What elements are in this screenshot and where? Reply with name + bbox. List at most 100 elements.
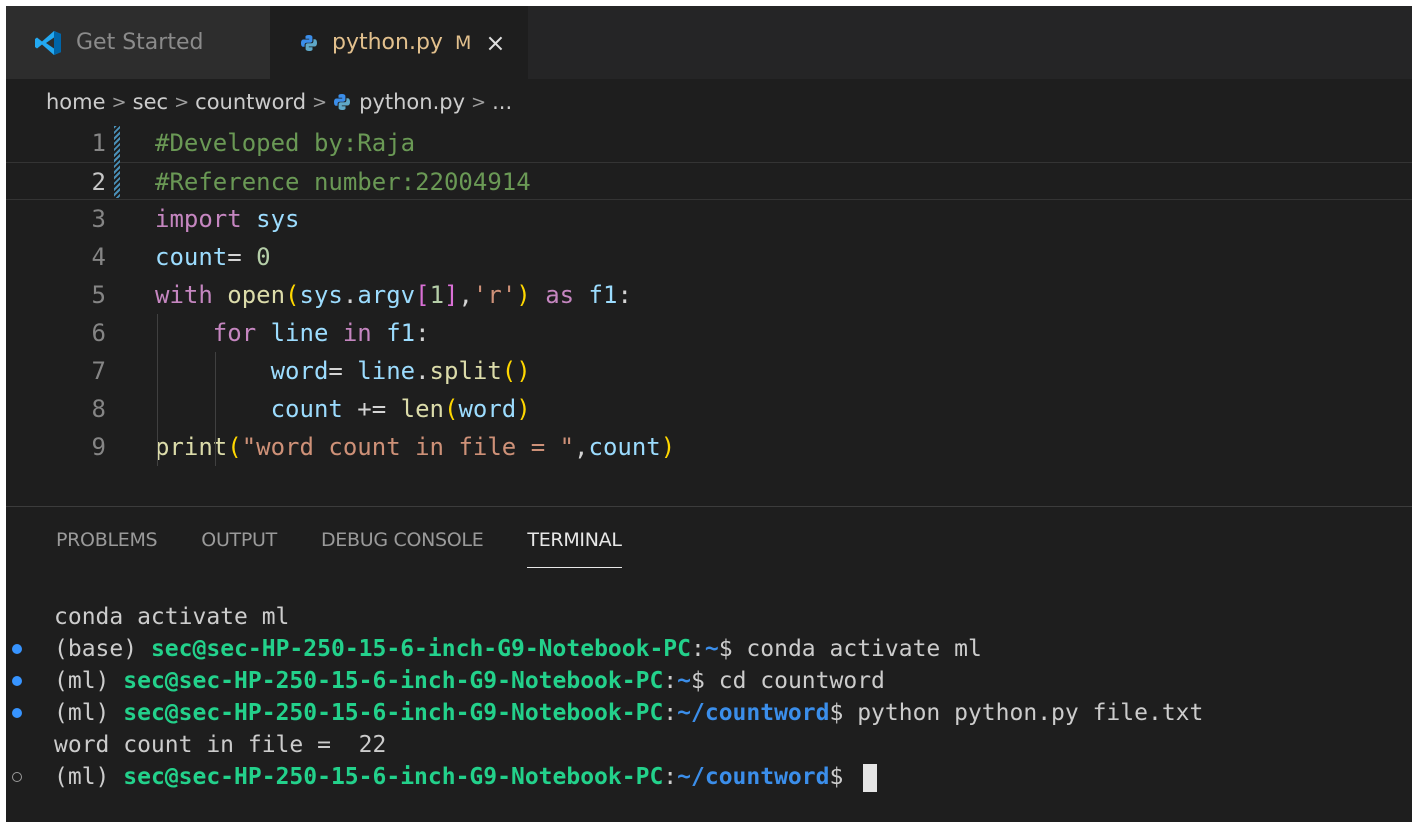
conda-env: (ml) <box>54 700 110 726</box>
code-token: #Reference number:22004914 <box>155 168 531 196</box>
code-token: ) <box>660 433 676 461</box>
prompt-user-host: sec@sec-HP-250-15-6-inch-G9-Notebook-PC <box>123 700 664 726</box>
command-pending-icon[interactable] <box>12 772 22 782</box>
tab-output[interactable]: OUTPUT <box>201 529 277 568</box>
tab-debug-console[interactable]: DEBUG CONSOLE <box>321 529 484 568</box>
prompt-user-host: sec@sec-HP-250-15-6-inch-G9-Notebook-PC <box>123 764 664 790</box>
bottom-panel: PROBLEMS OUTPUT DEBUG CONSOLE TERMINAL c… <box>6 506 1412 822</box>
code-token: import <box>155 205 242 233</box>
breadcrumb-separator: > <box>174 91 190 113</box>
prompt-command: cd countword <box>718 668 885 694</box>
code-editor[interactable]: 1 #Developed by:Raja 2 #Reference number:22… <box>6 122 1412 502</box>
code-line[interactable]: 2 #Reference number:22004914 <box>6 162 1412 200</box>
code-text: for line in f1: <box>155 314 430 352</box>
code-token: ( <box>227 433 242 461</box>
code-token: 0 <box>256 243 271 271</box>
terminal-output: conda activate ml <box>54 604 290 630</box>
code-token: = <box>328 357 358 385</box>
code-line[interactable]: 4 count= 0 <box>6 238 1412 276</box>
breadcrumb-separator: > <box>111 91 127 113</box>
breadcrumb: home > sec > countword > python.py > ... <box>46 86 512 118</box>
code-token: , <box>458 281 473 309</box>
terminal-text: (ml) sec@sec-HP-250-15-6-inch-G9-Noteboo… <box>54 700 1204 726</box>
code-line[interactable]: 1 #Developed by:Raja <box>6 124 1412 162</box>
code-token: () <box>501 357 531 385</box>
command-success-icon[interactable] <box>12 708 22 718</box>
line-number: 2 <box>91 168 106 196</box>
code-text: word= line.split() <box>155 352 531 390</box>
command-success-icon[interactable] <box>12 644 22 654</box>
code-line[interactable]: 7 word= line.split() <box>6 352 1412 390</box>
tab-get-started[interactable]: Get Started <box>6 6 270 79</box>
code-token: [ <box>415 281 430 309</box>
prompt-command: conda activate ml <box>746 636 982 662</box>
code-token: in <box>342 319 372 347</box>
code-token: len <box>400 395 444 423</box>
code-token: ( <box>444 395 459 423</box>
code-token: f1 <box>588 281 618 309</box>
code-token: "word count in file = " <box>241 433 575 461</box>
code-line[interactable]: 5 with open(sys.argv[1],'r') as f1: <box>6 276 1412 314</box>
code-token: 'r' <box>472 281 517 309</box>
code-token: #Developed by:Raja <box>155 129 416 157</box>
line-number: 3 <box>91 205 106 233</box>
code-token: sys <box>299 281 343 309</box>
code-token: . <box>342 281 358 309</box>
breadcrumb-item-file[interactable]: python.py <box>359 90 465 114</box>
code-token: ) <box>516 395 531 423</box>
tab-problems[interactable]: PROBLEMS <box>56 529 158 568</box>
vscode-icon <box>35 30 61 55</box>
line-number: 9 <box>91 433 106 461</box>
indent-guide <box>214 352 216 466</box>
tab-terminal[interactable]: TERMINAL <box>527 529 622 568</box>
code-token: ) <box>516 281 531 309</box>
breadcrumb-item-sec[interactable]: sec <box>133 90 168 114</box>
python-icon <box>334 94 351 110</box>
prompt-path: ~/countword <box>677 700 830 726</box>
line-number: 8 <box>91 395 106 423</box>
code-text: import sys <box>155 200 300 238</box>
code-token: : <box>415 319 430 347</box>
git-change-marker[interactable] <box>114 126 120 198</box>
terminal-text: (ml) sec@sec-HP-250-15-6-inch-G9-Noteboo… <box>54 761 878 793</box>
code-line[interactable]: 9 print("word count in file = ",count) <box>6 428 1412 466</box>
command-success-icon[interactable] <box>12 676 22 686</box>
code-token: ] <box>444 281 459 309</box>
code-token: . <box>415 357 430 385</box>
breadcrumb-item-symbols[interactable]: ... <box>492 90 512 114</box>
editor-tab-bar: Get Started python.py M × <box>6 6 1412 79</box>
code-token: word <box>458 395 517 423</box>
breadcrumb-separator: > <box>471 91 487 113</box>
line-number: 4 <box>91 243 106 271</box>
code-text: #Developed by:Raja <box>155 124 415 162</box>
breadcrumb-separator: > <box>312 91 328 113</box>
prompt-user-host: sec@sec-HP-250-15-6-inch-G9-Notebook-PC <box>150 636 691 662</box>
close-icon[interactable]: × <box>485 29 505 57</box>
code-token: ( <box>285 281 300 309</box>
terminal-cursor[interactable] <box>863 763 878 792</box>
code-token: print <box>155 433 228 461</box>
prompt-path: ~ <box>704 636 719 662</box>
breadcrumb-item-countword[interactable]: countword <box>195 90 306 114</box>
terminal-text: (base) sec@sec-HP-250-15-6-inch-G9-Noteb… <box>54 636 982 662</box>
conda-env: (base) <box>54 636 138 662</box>
code-token: count <box>270 395 343 423</box>
indent-guide <box>157 314 158 466</box>
code-line[interactable]: 3 import sys <box>6 200 1412 238</box>
breadcrumb-item-home[interactable]: home <box>46 90 106 114</box>
tab-python-py[interactable]: python.py M × <box>270 6 528 79</box>
code-text: #Reference number:22004914 <box>155 163 531 201</box>
code-line[interactable]: 6 for line in f1: <box>6 314 1412 352</box>
code-line[interactable]: 8 count += len(word) <box>6 390 1412 428</box>
code-token: : <box>617 281 632 309</box>
line-number: 1 <box>91 129 106 157</box>
code-text: print("word count in file = ",count) <box>155 428 675 466</box>
code-text: with open(sys.argv[1],'r') as f1: <box>155 276 632 314</box>
tab-label: Get Started <box>76 30 204 55</box>
terminal-text: (ml) sec@sec-HP-250-15-6-inch-G9-Noteboo… <box>54 668 885 694</box>
